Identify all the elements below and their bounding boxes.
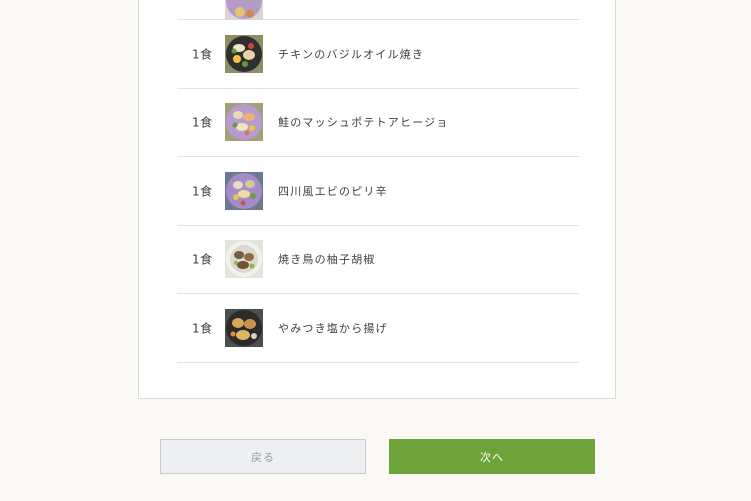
meal-row: 1食 四川風エビのピリ辛 [177, 157, 579, 226]
meal-row [177, 0, 579, 20]
yakitori-yuzu-dish-icon [225, 240, 263, 279]
sichuan-shrimp-dish-icon [225, 171, 263, 210]
next-button[interactable]: 次へ [389, 439, 595, 474]
salmon-ajillo-dish-icon [225, 103, 263, 142]
meal-name: 鮭のマッシュポテトアヒージョ [278, 116, 449, 130]
meal-row: 1食 鮭のマッシュポテトアヒージョ [177, 89, 579, 157]
order-summary-panel: 1食 チキンのバジルオイル焼き 1食 鮭のマッシュポテトアヒージョ 1食 四川風… [138, 0, 616, 399]
meal-quantity: 1食 [192, 47, 213, 62]
meal-list: 1食 チキンのバジルオイル焼き 1食 鮭のマッシュポテトアヒージョ 1食 四川風… [177, 0, 579, 363]
chicken-basil-dish-icon [225, 34, 263, 73]
meal-quantity: 1食 [192, 321, 213, 336]
meal-name: 四川風エビのピリ辛 [278, 184, 388, 198]
karaage-dish-icon [225, 308, 263, 347]
meal-name: やみつき塩から揚げ [278, 321, 388, 335]
meal-row: 1食 チキンのバジルオイル焼き [177, 20, 579, 89]
meal-name: チキンのバジルオイル焼き [278, 47, 425, 61]
meal-row: 1食 焼き鳥の柚子胡椒 [177, 226, 579, 294]
meal-quantity: 1食 [192, 115, 213, 130]
purple-plate-dish-icon [225, 0, 263, 20]
back-button[interactable]: 戻る [160, 439, 366, 474]
meal-name: 焼き鳥の柚子胡椒 [278, 253, 376, 267]
meal-quantity: 1食 [192, 184, 213, 199]
meal-row: 1食 やみつき塩から揚げ [177, 294, 579, 363]
meal-quantity: 1食 [192, 252, 213, 267]
